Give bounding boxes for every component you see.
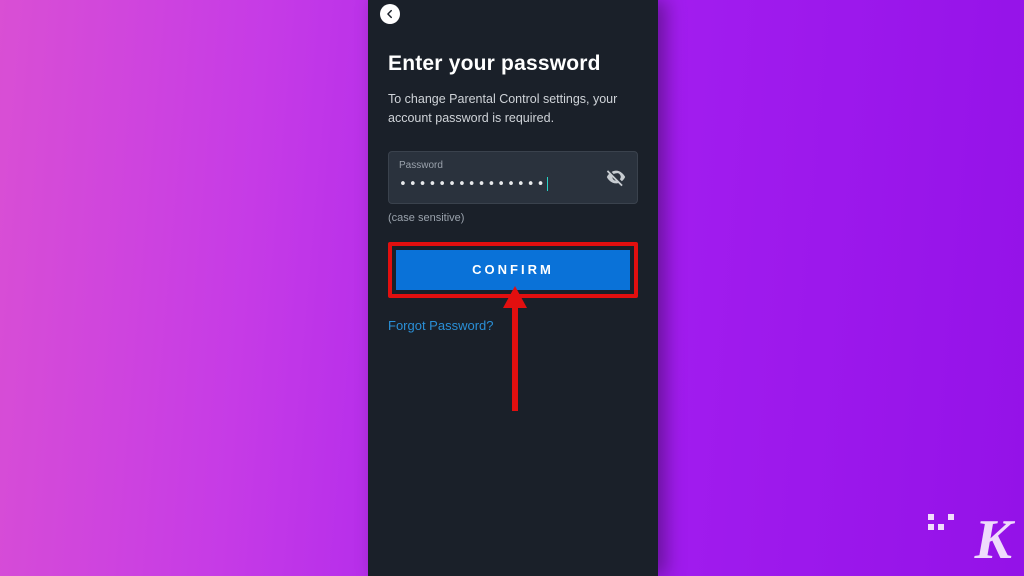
password-field[interactable]: Password ••••••••••••••• — [388, 151, 638, 204]
text-cursor — [547, 177, 548, 191]
phone-frame: Enter your password To change Parental C… — [368, 0, 658, 576]
password-value: ••••••••••••••• — [399, 177, 546, 192]
page-title: Enter your password — [388, 52, 638, 76]
forgot-password-link[interactable]: Forgot Password? — [388, 318, 638, 333]
app-stage: Enter your password To change Parental C… — [0, 0, 1024, 576]
watermark-logo: K — [975, 512, 1012, 568]
confirm-button[interactable]: CONFIRM — [396, 250, 630, 290]
page-description: To change Parental Control settings, you… — [388, 90, 638, 129]
password-label: Password — [399, 160, 593, 171]
chevron-left-icon — [385, 9, 395, 19]
watermark-dots — [928, 514, 954, 530]
back-button[interactable] — [380, 4, 400, 24]
highlight-box: CONFIRM — [388, 242, 638, 298]
eye-off-icon — [605, 166, 627, 188]
content-area: Enter your password To change Parental C… — [368, 0, 658, 333]
toggle-visibility-button[interactable] — [605, 166, 627, 188]
password-hint: (case sensitive) — [388, 212, 638, 224]
confirm-button-label: CONFIRM — [472, 262, 554, 277]
